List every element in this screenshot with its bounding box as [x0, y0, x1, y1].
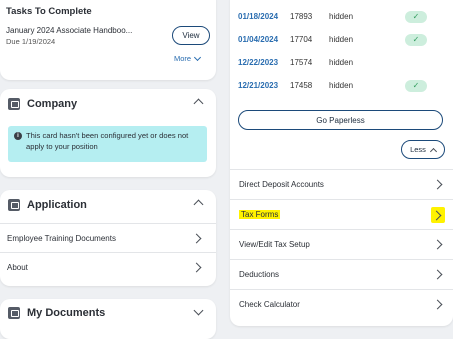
pay-row[interactable]: 12/21/2023 17458 hidden ✓: [230, 74, 453, 97]
pay-amount: hidden: [329, 12, 354, 21]
application-item-about[interactable]: About: [0, 252, 216, 281]
chevron-down-icon: [194, 53, 202, 61]
tasks-card: Tasks To Complete January 2024 Associate…: [0, 0, 216, 80]
application-item-label: About: [7, 262, 28, 272]
application-card-header[interactable]: Application: [0, 190, 216, 220]
more-label: More: [174, 54, 192, 63]
pay-number: 17704: [290, 35, 313, 44]
pay-number: 17458: [290, 81, 313, 90]
pay-number: 17574: [290, 58, 313, 67]
chevron-up-icon[interactable]: [193, 98, 204, 109]
link-label: View/Edit Tax Setup: [239, 240, 310, 249]
check-icon: ✓: [405, 10, 427, 23]
task-name: January 2024 Associate Handboo...: [6, 26, 133, 35]
less-button[interactable]: Less: [401, 140, 445, 159]
pay-date[interactable]: 01/18/2024: [238, 12, 278, 21]
check-calculator-link[interactable]: Check Calculator: [230, 289, 453, 319]
pay-date[interactable]: 12/22/2023: [238, 58, 278, 67]
pay-date[interactable]: 12/21/2023: [238, 81, 278, 90]
pay-amount: hidden: [329, 81, 354, 90]
check-icon: ✓: [405, 33, 427, 46]
link-label: Deductions: [239, 270, 280, 279]
view-task-button[interactable]: View: [172, 26, 210, 45]
building-icon: [8, 98, 20, 110]
left-column: Tasks To Complete January 2024 Associate…: [0, 0, 216, 339]
right-column: 01/18/2024 17893 hidden ✓ 01/04/2024 177…: [230, 0, 453, 326]
pay-row[interactable]: 01/04/2024 17704 hidden ✓: [230, 28, 453, 51]
link-label: Check Calculator: [239, 300, 300, 309]
more-link[interactable]: More: [174, 53, 202, 63]
application-item-training-docs[interactable]: Employee Training Documents: [0, 223, 216, 252]
view-edit-tax-setup-link[interactable]: View/Edit Tax Setup: [230, 229, 453, 259]
pay-number: 17893: [290, 12, 313, 21]
deductions-link[interactable]: Deductions: [230, 259, 453, 289]
company-alert-text: This card hasn't been configured yet or …: [26, 131, 189, 151]
chevron-up-icon[interactable]: [193, 199, 204, 210]
pay-amount: hidden: [329, 58, 354, 67]
chevron-right-icon: [431, 210, 442, 221]
my-documents-header[interactable]: My Documents: [0, 299, 216, 327]
direct-deposit-link[interactable]: Direct Deposit Accounts: [230, 169, 453, 199]
chevron-down-icon[interactable]: [193, 305, 204, 316]
go-paperless-button[interactable]: Go Paperless: [238, 110, 443, 130]
my-documents-card: My Documents: [0, 299, 216, 339]
info-icon: i: [14, 132, 22, 140]
tax-forms-link[interactable]: Tax Forms: [230, 199, 453, 229]
pay-amount: hidden: [329, 35, 354, 44]
chevron-right-icon: [432, 269, 443, 280]
link-label: Direct Deposit Accounts: [239, 180, 324, 189]
tasks-title: Tasks To Complete: [6, 6, 92, 17]
highlighted-chevron: [431, 207, 445, 223]
company-card: Company i This card hasn't been configur…: [0, 89, 216, 177]
less-label: Less: [410, 145, 426, 154]
company-alert: i This card hasn't been configured yet o…: [8, 126, 207, 162]
chevron-right-icon: [432, 299, 443, 310]
document-icon: [8, 307, 20, 319]
chevron-right-icon: [432, 239, 443, 250]
pay-date[interactable]: 01/04/2024: [238, 35, 278, 44]
pay-row[interactable]: 12/22/2023 17574 hidden: [230, 51, 453, 74]
company-card-header[interactable]: Company: [0, 89, 216, 119]
application-title: Application: [27, 199, 87, 211]
my-documents-title: My Documents: [27, 307, 106, 319]
check-icon: ✓: [405, 79, 427, 92]
chevron-right-icon: [191, 233, 202, 244]
application-card: Application Employee Training Documents …: [0, 190, 216, 286]
task-due-date: Due 1/19/2024: [6, 37, 56, 46]
chevron-up-icon: [429, 147, 437, 155]
chevron-right-icon: [191, 262, 202, 273]
application-item-label: Employee Training Documents: [7, 233, 116, 243]
pay-row[interactable]: 01/18/2024 17893 hidden ✓: [230, 5, 453, 28]
pay-card: 01/18/2024 17893 hidden ✓ 01/04/2024 177…: [230, 0, 453, 326]
application-icon: [8, 199, 20, 211]
link-label: Tax Forms: [239, 210, 281, 219]
chevron-right-icon: [432, 179, 443, 190]
company-title: Company: [27, 98, 78, 110]
